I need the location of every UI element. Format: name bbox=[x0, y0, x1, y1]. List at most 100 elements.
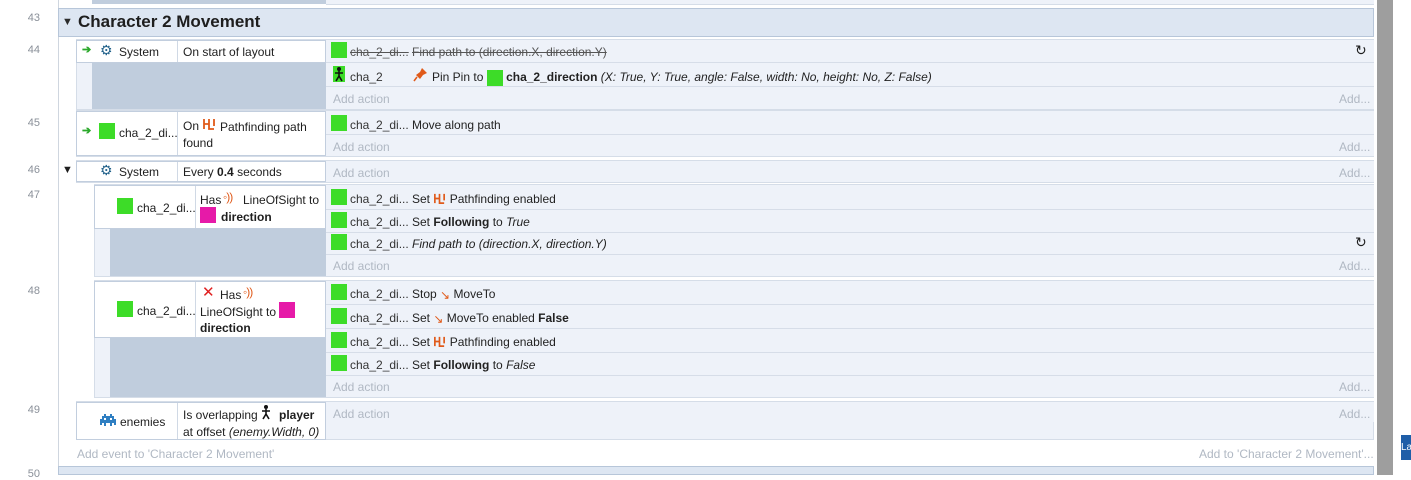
moveto-icon: ↘ bbox=[440, 287, 451, 302]
object-pink-icon bbox=[200, 207, 216, 223]
line-number: 47 bbox=[27, 189, 40, 201]
object-green-icon bbox=[331, 189, 347, 205]
pin-icon bbox=[413, 67, 428, 85]
collapse-caret-icon[interactable]: ▼ bbox=[62, 164, 73, 176]
collapse-caret-icon[interactable]: ▼ bbox=[62, 16, 73, 28]
add-link[interactable]: Add... bbox=[1339, 259, 1370, 273]
line-of-sight-icon: ◦)) bbox=[223, 190, 233, 204]
condition-object: cha_2_di... bbox=[119, 126, 178, 140]
object-green-icon bbox=[331, 332, 347, 348]
action-pin[interactable]: Pin Pin to cha_2_direction (X: True, Y: … bbox=[432, 70, 932, 86]
add-link[interactable]: Add... bbox=[1339, 380, 1370, 394]
invert-x-icon: ✕ bbox=[202, 284, 215, 301]
object-green-icon bbox=[331, 308, 347, 324]
previous-event-shade bbox=[92, 0, 326, 4]
refresh-icon: ↻ bbox=[1355, 42, 1367, 58]
enemy-icon bbox=[99, 413, 117, 430]
action-find-path[interactable]: Find path to (direction.X, direction.Y) bbox=[412, 45, 607, 59]
add-link[interactable]: Add... bbox=[1339, 92, 1370, 106]
object-pink-icon bbox=[279, 302, 295, 318]
condition-text: Every 0.4 seconds bbox=[183, 165, 282, 179]
gear-icon: ⚙ bbox=[100, 162, 113, 178]
person-icon bbox=[260, 404, 272, 423]
add-action-link[interactable]: Add action bbox=[333, 259, 390, 273]
condition-object: cha_2_di... bbox=[137, 304, 196, 318]
condition-has: Has bbox=[200, 193, 222, 207]
line-number: 45 bbox=[27, 117, 40, 129]
object-green-icon bbox=[117, 301, 133, 317]
line-number: 50 bbox=[27, 468, 40, 480]
add-to-group-link[interactable]: Add to 'Character 2 Movement'... bbox=[1199, 447, 1374, 461]
action-object: cha_2_di... bbox=[350, 335, 409, 349]
condition-object: System bbox=[119, 45, 160, 59]
object-green-icon bbox=[331, 355, 347, 371]
action-object: cha_2_di... bbox=[350, 287, 409, 301]
gear-icon: ⚙ bbox=[100, 42, 113, 58]
action-set-following[interactable]: Set Following to True bbox=[412, 215, 530, 229]
line-number: 43 bbox=[27, 12, 40, 24]
action-object: cha_2_di... bbox=[350, 192, 409, 206]
add-link[interactable]: Add... bbox=[1339, 140, 1370, 154]
group-title: Character 2 Movement bbox=[78, 12, 261, 31]
condition-object: enemies bbox=[120, 415, 166, 429]
object-green-icon bbox=[331, 284, 347, 300]
line-number: 44 bbox=[27, 44, 40, 56]
action-move-along-path[interactable]: Move along path bbox=[412, 118, 501, 132]
condition-text: Pathfinding path found bbox=[183, 120, 307, 150]
line-number: 46 bbox=[27, 164, 40, 176]
add-action-link[interactable]: Add action bbox=[333, 407, 390, 421]
action-set-pathfinding[interactable]: Set Pathfinding enabled bbox=[412, 335, 556, 351]
line-of-sight-icon: ◦)) bbox=[243, 285, 253, 299]
moveto-icon: ↘ bbox=[433, 311, 444, 326]
condition-target: player bbox=[279, 408, 315, 422]
object-green-icon bbox=[486, 70, 503, 86]
pathfinding-icon bbox=[433, 335, 446, 351]
condition-has: Has bbox=[220, 288, 242, 302]
action-object: cha_2_di... bbox=[350, 237, 409, 251]
pathfinding-icon bbox=[433, 192, 446, 208]
action-object: cha_2_di... bbox=[350, 311, 409, 325]
condition-object: System bbox=[119, 165, 160, 179]
object-green-icon bbox=[331, 212, 347, 228]
object-green-icon bbox=[331, 42, 347, 58]
object-green-icon bbox=[117, 198, 133, 214]
side-panel-tab[interactable]: La bbox=[1401, 435, 1411, 460]
action-set-moveto-enabled[interactable]: Set ↘ MoveTo enabled False bbox=[412, 311, 569, 326]
next-group-header[interactable] bbox=[58, 466, 1374, 475]
action-object: cha_2_di... bbox=[350, 118, 409, 132]
action-object: cha_2 bbox=[350, 70, 383, 84]
condition-offset: at offset (enemy.Width, 0) bbox=[183, 425, 320, 439]
object-green-icon bbox=[331, 234, 347, 250]
add-action-link[interactable]: Add action bbox=[333, 166, 390, 180]
object-green-icon bbox=[99, 123, 115, 139]
add-event-link[interactable]: Add event to 'Character 2 Movement' bbox=[77, 447, 274, 461]
action-stop-moveto[interactable]: Stop ↘ MoveTo bbox=[412, 287, 495, 302]
refresh-icon: ↻ bbox=[1355, 234, 1367, 250]
line-number: 48 bbox=[27, 285, 40, 297]
action-object: cha_2_di... bbox=[350, 45, 409, 59]
action-object: cha_2_di... bbox=[350, 358, 409, 372]
add-action-link[interactable]: Add action bbox=[333, 140, 390, 154]
condition-target: direction bbox=[221, 210, 272, 224]
condition-text: Is overlapping bbox=[183, 408, 258, 422]
action-set-following[interactable]: Set Following to False bbox=[412, 358, 535, 372]
previous-event-remnant bbox=[326, 0, 1374, 5]
condition-behavior: LineOfSight to bbox=[243, 193, 320, 207]
add-link[interactable]: Add... bbox=[1339, 166, 1370, 180]
add-link[interactable]: Add... bbox=[1339, 407, 1370, 421]
condition-object: cha_2_di... bbox=[137, 201, 196, 215]
condition-target: direction bbox=[200, 321, 251, 335]
action-set-pathfinding[interactable]: Set Pathfinding enabled bbox=[412, 192, 556, 208]
event-sheet: 43 44 45 46 47 48 49 50 ▼ Character 2 Mo… bbox=[0, 0, 1411, 480]
object-green-icon bbox=[331, 115, 347, 131]
vertical-scrollbar[interactable] bbox=[1377, 0, 1393, 475]
action-find-path[interactable]: Find path to (direction.X, direction.Y) bbox=[412, 237, 607, 251]
trigger-arrow-icon: ➔ bbox=[82, 125, 92, 137]
action-object: cha_2_di... bbox=[350, 215, 409, 229]
condition-text: On start of layout bbox=[183, 45, 275, 59]
add-action-link[interactable]: Add action bbox=[333, 380, 390, 394]
trigger-arrow-icon: ➔ bbox=[82, 44, 92, 56]
person-icon bbox=[333, 66, 345, 85]
line-number: 49 bbox=[27, 404, 40, 416]
add-action-link[interactable]: Add action bbox=[333, 92, 390, 106]
